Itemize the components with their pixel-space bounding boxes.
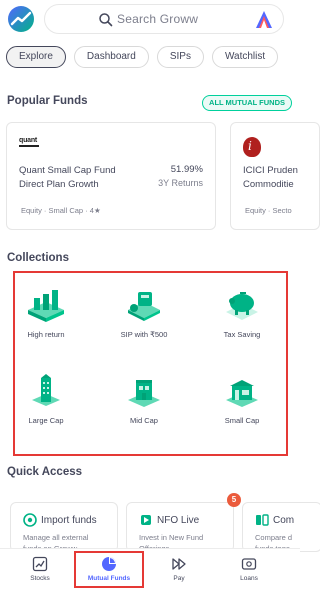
nav-pay[interactable]: Pay (145, 549, 213, 590)
loans-icon (241, 558, 257, 570)
collection-sip-500[interactable]: SIP with ₹500 (104, 288, 184, 339)
nav-label: Stocks (30, 575, 50, 582)
stocks-chart-icon (32, 556, 48, 572)
search-icon (99, 13, 113, 27)
bottom-nav: Stocks Mutual Funds Pay Loans (0, 548, 300, 590)
small-cap-shop-icon (226, 380, 258, 407)
groww-logo-icon[interactable] (8, 6, 34, 32)
fund-meta: Equity · Small Cap · 4★ (21, 206, 101, 215)
collection-high-return[interactable]: High return (6, 288, 86, 339)
search-placeholder: Search Groww (117, 12, 199, 26)
mid-cap-building-icon (128, 380, 160, 407)
tab-watchlist[interactable]: Watchlist (211, 46, 279, 68)
quick-access-nfo-live[interactable]: NFO Live Invest in New Fund Offerings (126, 502, 234, 552)
collection-label: SIP with ₹500 (120, 330, 168, 339)
mutual-funds-highlight-frame (74, 551, 144, 588)
quick-access-compare-funds[interactable]: Com Compare d funds toge (242, 502, 320, 552)
tab-dashboard[interactable]: Dashboard (73, 46, 149, 68)
collection-label: High return (27, 330, 65, 339)
tax-saving-piggy-icon (226, 292, 258, 320)
nav-label: Loans (240, 575, 258, 582)
tab-explore[interactable]: Explore (6, 46, 66, 68)
search-bar[interactable]: Search Groww (44, 4, 284, 34)
collections-title: Collections (7, 252, 69, 264)
quant-logo: quant (19, 137, 39, 147)
fund-card[interactable]: i ICICI Pruden Commoditie Equity · Secto (230, 122, 320, 230)
quick-access-title-text: Import funds (41, 515, 97, 526)
nav-label: Pay (173, 575, 185, 582)
fund-return-value: 51.99% (170, 164, 203, 175)
import-target-icon (23, 513, 37, 527)
nav-stocks[interactable]: Stocks (6, 549, 74, 590)
top-tabs: Explore Dashboard SIPs Watchlist (6, 46, 279, 68)
large-cap-building-icon (32, 374, 60, 406)
quick-access-title-text: Com (273, 515, 295, 526)
all-mutual-funds-link[interactable]: ALL MUTUAL FUNDS (202, 95, 292, 111)
collection-label: Large Cap (28, 416, 64, 425)
nav-loans[interactable]: Loans (215, 549, 283, 590)
nfo-flag-icon (141, 515, 151, 525)
collection-mid-cap[interactable]: Mid Cap (104, 374, 184, 425)
nfo-count-badge: 5 (227, 493, 241, 507)
collection-label: Mid Cap (130, 416, 158, 425)
quick-access-title: Quick Access (7, 466, 83, 478)
collection-label: Small Cap (224, 416, 260, 425)
popular-funds-title: Popular Funds (7, 95, 88, 107)
fund-name: Quant Small Cap Fund Direct Plan Growth (19, 165, 116, 190)
fund-return-label: 3Y Returns (158, 178, 203, 188)
tab-sips[interactable]: SIPs (156, 46, 204, 68)
icici-logo: i (243, 137, 261, 157)
collection-tax-saving[interactable]: Tax Saving (202, 288, 282, 339)
fund-meta: Equity · Secto (245, 206, 292, 215)
quick-access-title-text: NFO Live (157, 515, 200, 526)
high-return-icon (28, 290, 64, 322)
profile-avatar-icon[interactable] (253, 9, 275, 31)
fund-name: ICICI Pruden Commoditie (243, 165, 298, 190)
collection-label: Tax Saving (223, 330, 261, 339)
compare-icon (256, 514, 269, 526)
collection-large-cap[interactable]: Large Cap (6, 374, 86, 425)
collection-small-cap[interactable]: Small Cap (202, 374, 282, 425)
quick-access-import-funds[interactable]: Import funds Manage all external funds o… (10, 502, 118, 552)
app-header: Search Groww (0, 0, 300, 38)
sip-500-icon (128, 292, 160, 321)
fund-card[interactable]: quant Quant Small Cap Fund Direct Plan G… (6, 122, 216, 230)
pay-forward-icon (172, 558, 186, 570)
